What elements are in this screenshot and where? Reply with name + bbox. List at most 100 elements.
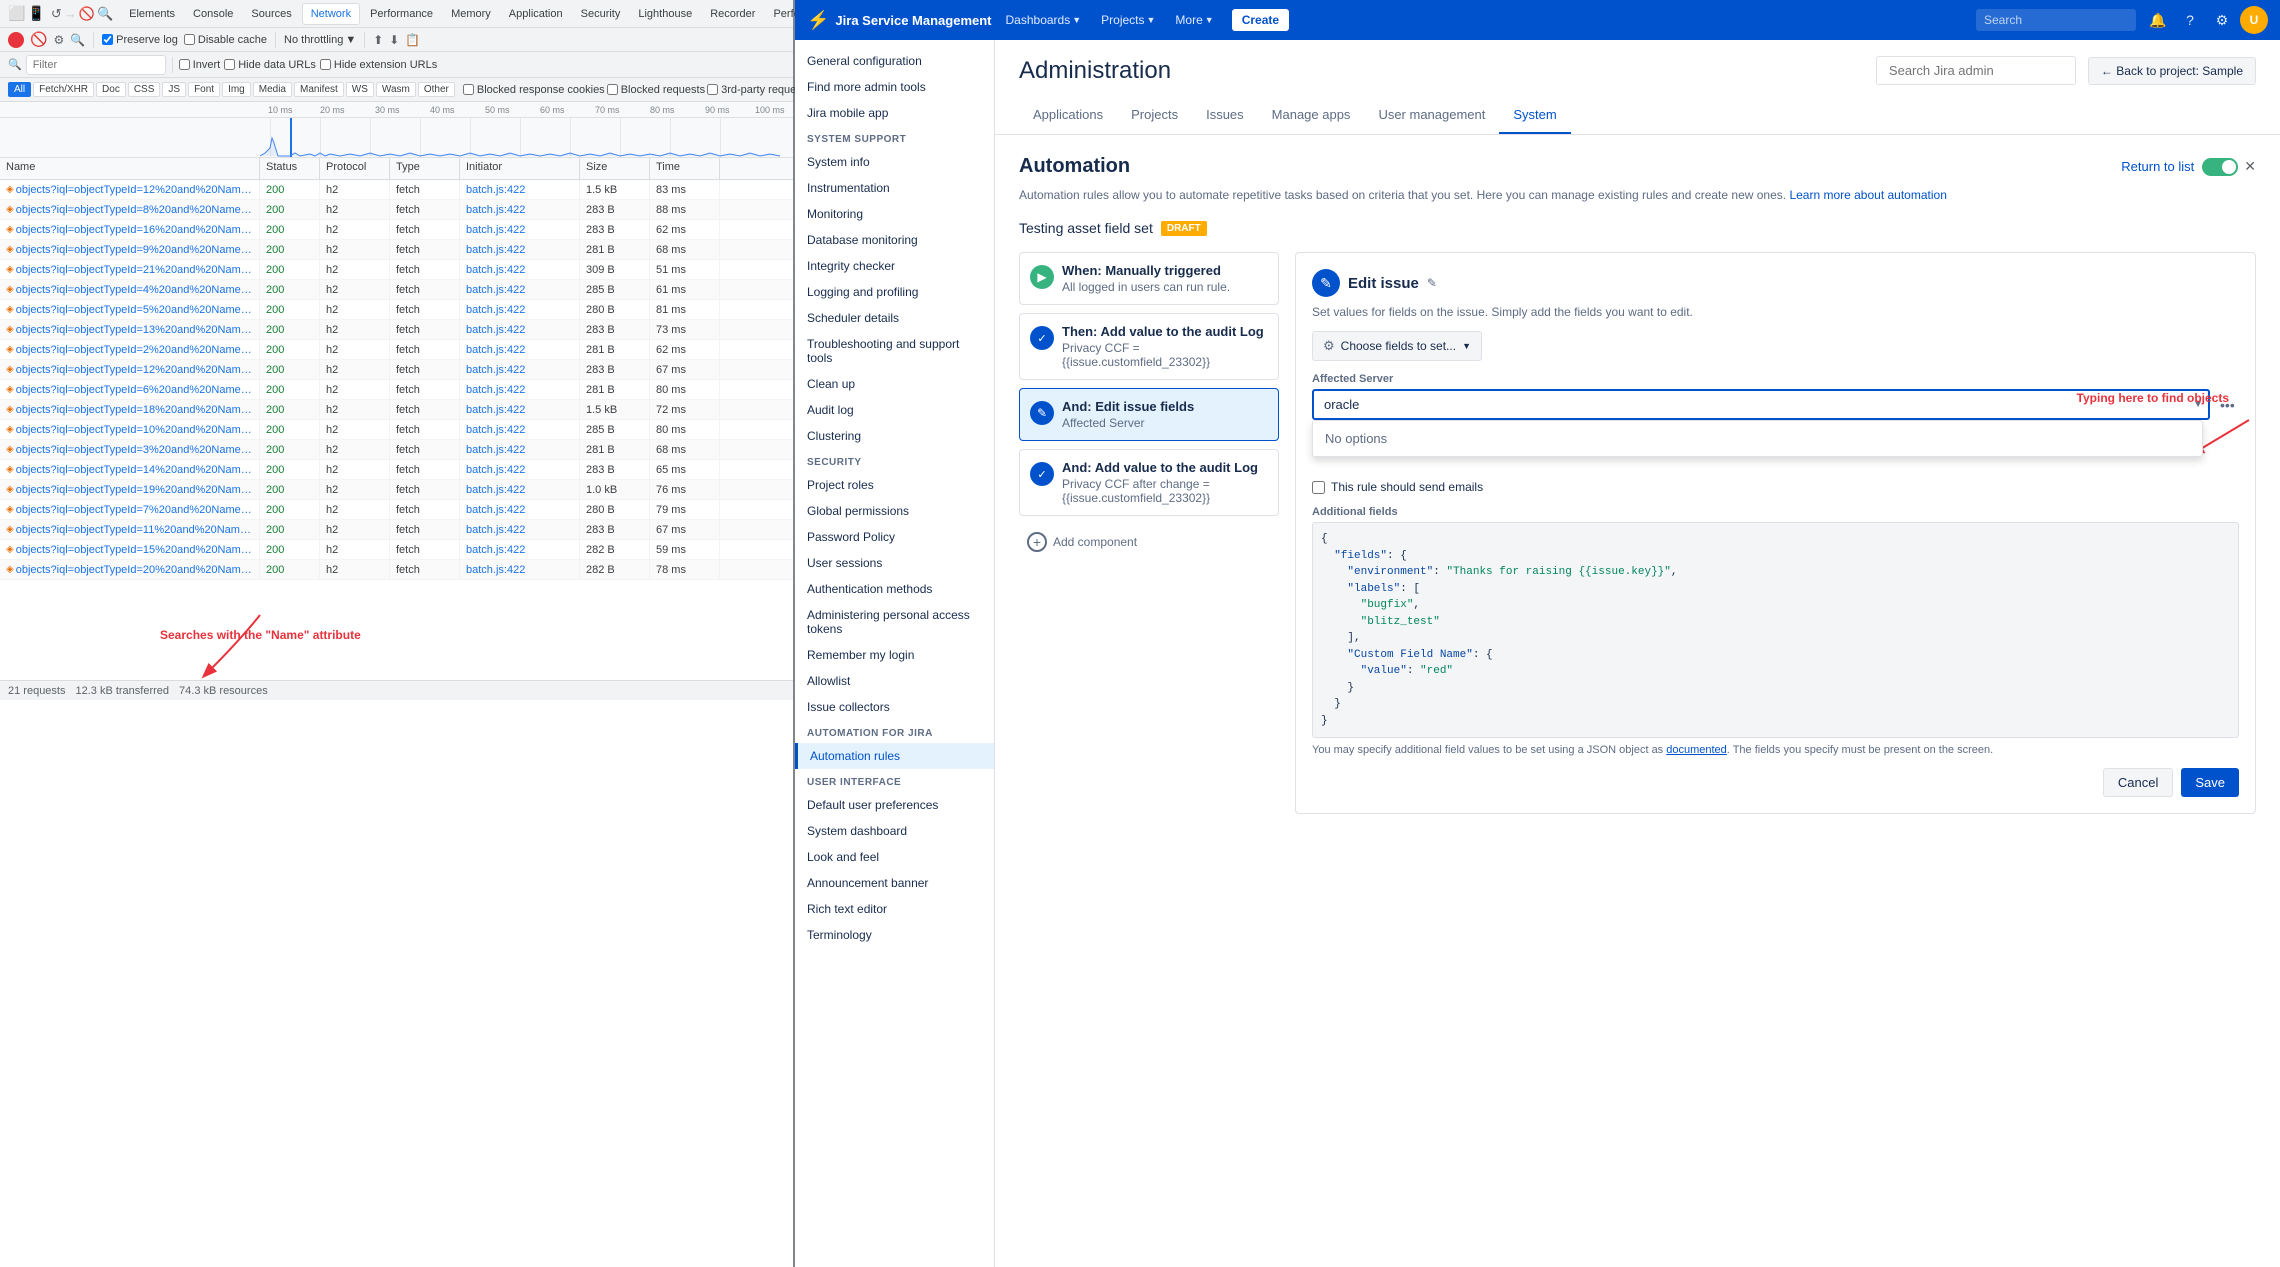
devtools-tab-console[interactable]: Console (185, 4, 241, 24)
sidebar-item-user-sessions[interactable]: User sessions (795, 550, 994, 576)
admin-tab-projects[interactable]: Projects (1117, 97, 1192, 134)
sidebar-item-automation-rules[interactable]: Automation rules (795, 743, 994, 769)
step-audit1[interactable]: ✓ Then: Add value to the audit Log Priva… (1019, 313, 1279, 380)
sidebar-item-scheduler[interactable]: Scheduler details (795, 305, 994, 331)
table-row[interactable]: ◈objects?iql=objectTypeId=21%20and%20Nam… (0, 260, 793, 280)
sidebar-item-clustering[interactable]: Clustering (795, 423, 994, 449)
sidebar-item-default-prefs[interactable]: Default user preferences (795, 792, 994, 818)
invert-checkbox[interactable] (179, 59, 190, 70)
filter-manifest[interactable]: Manifest (294, 82, 344, 97)
sidebar-item-general-config[interactable]: General configuration (795, 48, 994, 74)
documented-link[interactable]: documented (1666, 744, 1727, 756)
step-edit-issue[interactable]: ✎ And: Edit issue fields Affected Server (1019, 388, 1279, 441)
sidebar-item-integrity-checker[interactable]: Integrity checker (795, 253, 994, 279)
table-row[interactable]: ◈objects?iql=objectTypeId=19%20and%20Nam… (0, 480, 793, 500)
send-emails-checkbox[interactable] (1312, 481, 1325, 494)
learn-more-link[interactable]: Learn more about automation (1789, 188, 1946, 202)
close-icon[interactable]: ✕ (2244, 158, 2256, 175)
col-type[interactable]: Type (390, 158, 460, 179)
clear-btn[interactable]: 🚫 (30, 31, 47, 48)
table-row[interactable]: ◈objects?iql=objectTypeId=7%20and%20Name… (0, 500, 793, 520)
filter-toggle[interactable]: ⚙ (53, 33, 64, 47)
sidebar-item-monitoring[interactable]: Monitoring (795, 201, 994, 227)
hide-data-urls-label[interactable]: Hide data URLs (224, 59, 316, 71)
col-status[interactable]: Status (260, 158, 320, 179)
col-size[interactable]: Size (580, 158, 650, 179)
blocked-requests-label[interactable]: Blocked requests (607, 84, 705, 96)
sidebar-item-database-monitoring[interactable]: Database monitoring (795, 227, 994, 253)
filter-fetch-xhr[interactable]: Fetch/XHR (33, 82, 94, 97)
admin-tab-user-management[interactable]: User management (1364, 97, 1499, 134)
invert-label[interactable]: Invert (179, 59, 221, 71)
affected-server-input[interactable] (1312, 389, 2210, 420)
sidebar-item-instrumentation[interactable]: Instrumentation (795, 175, 994, 201)
devtools-tab-security[interactable]: Security (573, 4, 629, 24)
add-component-btn[interactable]: + Add component (1019, 524, 1279, 560)
pencil-icon[interactable]: ✎ (1427, 276, 1437, 290)
sidebar-item-auth-methods[interactable]: Authentication methods (795, 576, 994, 602)
hide-extension-urls-label[interactable]: Hide extension URLs (320, 59, 437, 71)
sidebar-item-allowlist[interactable]: Allowlist (795, 668, 994, 694)
admin-search-input[interactable] (1876, 56, 2076, 85)
return-to-list-link[interactable]: Return to list (2121, 159, 2194, 174)
devtools-icon-mobile[interactable]: 📱 (27, 5, 44, 22)
sidebar-item-audit-log[interactable]: Audit log (795, 397, 994, 423)
filter-other[interactable]: Other (418, 82, 455, 97)
table-row[interactable]: ◈objects?iql=objectTypeId=9%20and%20Name… (0, 240, 793, 260)
nav-projects[interactable]: Projects ▼ (1095, 9, 1161, 31)
col-initiator[interactable]: Initiator (460, 158, 580, 179)
table-row[interactable]: ◈objects?iql=objectTypeId=10%20and%20Nam… (0, 420, 793, 440)
blocked-requests-cb[interactable] (607, 84, 618, 95)
devtools-icon-cursor[interactable]: ↺ (51, 6, 62, 22)
blocked-cookies-label[interactable]: Blocked response cookies (463, 84, 605, 96)
admin-tab-system[interactable]: System (1499, 97, 1570, 134)
devtools-icon-forward[interactable]: → (64, 6, 77, 21)
sidebar-item-issue-collectors[interactable]: Issue collectors (795, 694, 994, 720)
sidebar-item-look-and-feel[interactable]: Look and feel (795, 844, 994, 870)
filter-input[interactable] (26, 55, 166, 75)
devtools-icon-inspect[interactable]: ⬜ (8, 5, 25, 22)
step-audit2[interactable]: ✓ And: Add value to the audit Log Privac… (1019, 449, 1279, 516)
nav-dashboards[interactable]: Dashboards ▼ (1000, 9, 1088, 31)
table-row[interactable]: ◈objects?iql=objectTypeId=11%20and%20Nam… (0, 520, 793, 540)
table-row[interactable]: ◈objects?iql=objectTypeId=8%20and%20Name… (0, 200, 793, 220)
sidebar-item-rich-text[interactable]: Rich text editor (795, 896, 994, 922)
devtools-tab-lighthouse[interactable]: Lighthouse (630, 4, 700, 24)
filter-css[interactable]: CSS (128, 82, 161, 97)
devtools-tab-sources[interactable]: Sources (243, 4, 299, 24)
col-time[interactable]: Time (650, 158, 720, 179)
table-row[interactable]: ◈objects?iql=objectTypeId=3%20and%20Name… (0, 440, 793, 460)
table-row[interactable]: ◈objects?iql=objectTypeId=12%20and%20Nam… (0, 180, 793, 200)
record-btn[interactable] (8, 32, 24, 48)
devtools-tab-memory[interactable]: Memory (443, 4, 499, 24)
sidebar-item-jira-mobile[interactable]: Jira mobile app (795, 100, 994, 126)
table-row[interactable]: ◈objects?iql=objectTypeId=14%20and%20Nam… (0, 460, 793, 480)
sidebar-item-terminology[interactable]: Terminology (795, 922, 994, 948)
table-row[interactable]: ◈objects?iql=objectTypeId=20%20and%20Nam… (0, 560, 793, 580)
devtools-icon-search[interactable]: 🔍 (97, 6, 113, 22)
table-row[interactable]: ◈objects?iql=objectTypeId=2%20and%20Name… (0, 340, 793, 360)
sidebar-item-troubleshooting[interactable]: Troubleshooting and support tools (795, 331, 994, 371)
user-avatar[interactable]: U (2240, 6, 2268, 34)
filter-doc[interactable]: Doc (96, 82, 126, 97)
hide-data-urls-checkbox[interactable] (224, 59, 235, 70)
back-to-project-btn[interactable]: ← Back to project: Sample (2088, 57, 2256, 85)
devtools-tab-elements[interactable]: Elements (121, 4, 183, 24)
json-editor[interactable]: { "fields": { "environment": "Thanks for… (1312, 522, 2239, 738)
devtools-icon-ban[interactable]: 🚫 (79, 6, 95, 22)
filter-wasm[interactable]: Wasm (376, 82, 416, 97)
devtools-tab-recorder[interactable]: Recorder (702, 4, 763, 24)
table-row[interactable]: ◈objects?iql=objectTypeId=4%20and%20Name… (0, 280, 793, 300)
hide-extension-urls-checkbox[interactable] (320, 59, 331, 70)
sidebar-item-system-info[interactable]: System info (795, 149, 994, 175)
filter-font[interactable]: Font (188, 82, 220, 97)
admin-tab-issues[interactable]: Issues (1192, 97, 1258, 134)
devtools-tab-application[interactable]: Application (501, 4, 571, 24)
table-row[interactable]: ◈objects?iql=objectTypeId=13%20and%20Nam… (0, 320, 793, 340)
notification-icon[interactable]: 🔔 (2144, 6, 2172, 34)
filter-img[interactable]: Img (222, 82, 251, 97)
search-btn[interactable]: 🔍 (70, 33, 85, 47)
admin-tab-manage-apps[interactable]: Manage apps (1258, 97, 1365, 134)
disable-cache-label[interactable]: Disable cache (184, 34, 267, 46)
sidebar-item-global-perms[interactable]: Global permissions (795, 498, 994, 524)
